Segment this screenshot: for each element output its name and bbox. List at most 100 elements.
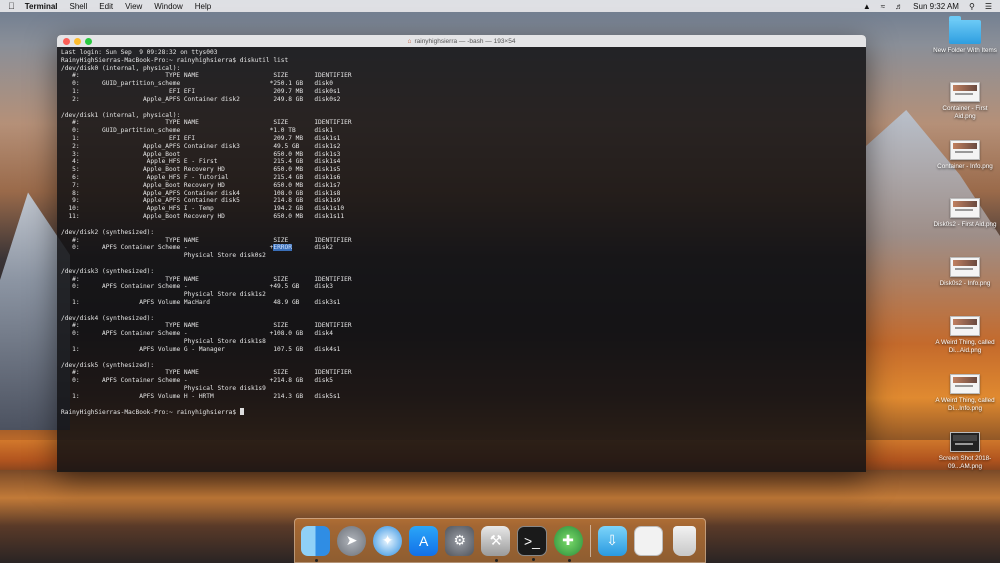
terminal-line: 11: Apple_Boot Recovery HD 650.0 MB disk… — [61, 213, 345, 221]
terminal-line: #: TYPE NAME SIZE IDENTIFIER — [61, 72, 352, 80]
terminal-line: Physical Store disk1s9 — [61, 384, 266, 392]
apple-menu-icon[interactable]:  — [8, 1, 15, 11]
terminal-line: 0: APFS Container Scheme - +49.5 GB disk… — [61, 283, 333, 291]
menu-shell[interactable]: Shell — [70, 2, 88, 11]
terminal-line: 0: GUID_partition_scheme *250.1 GB disk0 — [61, 80, 333, 88]
volume-icon[interactable]: ♬ — [895, 2, 903, 11]
image-file-icon — [950, 82, 980, 102]
terminal-line: Physical Store disk0s2 — [61, 252, 266, 260]
desktop-folder-new-folder-with-items[interactable]: New Folder With Items — [932, 16, 998, 55]
terminal-icon[interactable]: >_ — [517, 525, 547, 561]
menu-edit[interactable]: Edit — [99, 2, 113, 11]
finder-icon[interactable] — [301, 525, 331, 562]
running-indicator — [532, 557, 536, 561]
terminal-line: RainyHighSierras-MacBook-Pro:~ rainyhigh… — [61, 56, 289, 64]
terminal-line: 1: EFI EFI 209.7 MB disk1s1 — [61, 134, 341, 142]
desktop-icon-label: A Weird Thing, called Di...Info.png — [935, 397, 995, 412]
terminal-line: #: TYPE NAME SIZE IDENTIFIER — [61, 236, 352, 244]
menu-help[interactable]: Help — [195, 2, 211, 11]
spotlight-search-icon[interactable]: ⚲ — [969, 2, 975, 11]
system-preferences-icon[interactable]: ⚙ — [445, 525, 475, 556]
desktop-file-screen-shot[interactable]: Screen Shot 2018-09...AM.png — [932, 432, 998, 471]
terminal-line: /dev/disk0 (internal, physical): — [61, 64, 181, 72]
trash-icon[interactable] — [672, 525, 696, 556]
window-title-text: rainyhighsierra — -bash — 193×54 — [414, 37, 516, 45]
terminal-line: 3: Apple_Boot 650.0 MB disk1s3 — [61, 150, 341, 158]
terminal-line: 10: Apple_HFS I - Temp 194.2 GB disk1s10 — [61, 205, 345, 213]
terminal-titlebar[interactable]: ⌂ rainyhighsierra — -bash — 193×54 — [57, 35, 866, 47]
menu-bar:  Terminal Shell Edit View Window Help ▲… — [0, 0, 1000, 12]
terminal-line: 1: APFS Volume G - Manager 107.5 GB disk… — [61, 345, 341, 353]
terminal-line: /dev/disk4 (synthesized): — [61, 314, 155, 322]
app-store-icon[interactable]: A — [409, 525, 439, 556]
running-indicator — [315, 558, 318, 562]
documents-stack-icon[interactable] — [633, 525, 663, 556]
terminal-line: 1: APFS Volume MacHard 48.9 GB disk3s1 — [61, 299, 341, 306]
desktop-file-disk0s2-first-aid[interactable]: Disk0s2 - First Aid.png — [932, 198, 998, 229]
running-indicator — [495, 558, 499, 562]
terminal-output[interactable]: Last login: Sun Sep 9 09:28:32 on ttys00… — [57, 47, 866, 418]
terminal-line: 2: Apple_APFS Container disk2 249.8 GB d… — [61, 95, 341, 103]
terminal-line: 2: Apple_APFS Container disk3 49.5 GB di… — [61, 142, 341, 150]
terminal-line: #: TYPE NAME SIZE IDENTIFIER — [61, 275, 352, 283]
terminal-line: 5: Apple_Boot Recovery HD 650.0 MB disk1… — [61, 166, 341, 174]
menu-window[interactable]: Window — [154, 2, 182, 11]
menu-view[interactable]: View — [125, 2, 142, 11]
terminal-line: Last login: Sun Sep 9 09:28:32 on ttys00… — [61, 49, 218, 56]
terminal-line: /dev/disk2 (synthesized): — [61, 228, 155, 236]
terminal-line: /dev/disk3 (synthesized): — [61, 267, 155, 275]
terminal-line: 8: Apple_APFS Container disk4 108.0 GB d… — [61, 189, 341, 197]
terminal-line: 9: Apple_APFS Container disk5 214.8 GB d… — [61, 197, 341, 205]
terminal-line: #: TYPE NAME SIZE IDENTIFIER — [61, 119, 352, 127]
notification-center-icon[interactable]: ☰ — [985, 2, 992, 11]
image-file-icon — [950, 374, 980, 394]
image-file-icon — [950, 198, 980, 218]
dock-separator — [589, 524, 591, 557]
desktop-file-weird-thing-info[interactable]: A Weird Thing, called Di...Info.png — [932, 374, 998, 413]
terminal-line: /dev/disk1 (internal, physical): — [61, 111, 181, 119]
desktop-icon-label: Screen Shot 2018-09...AM.png — [938, 455, 992, 470]
terminal-line: 0: APFS Container Scheme - +ERROR disk2 — [61, 244, 333, 252]
terminal-line: Physical Store disk1s2 — [61, 291, 266, 299]
terminal-line: 7: Apple_Boot Recovery HD 650.0 MB disk1… — [61, 181, 341, 189]
disk-utility-helper-icon[interactable]: ⚒ — [481, 525, 511, 562]
terminal-line: 4: Apple_HFS E - First 215.4 GB disk1s4 — [61, 158, 341, 166]
menu-bar-extras: ▲ ≈ ♬ Sun 9:32 AM ⚲ ☰ — [863, 2, 992, 11]
dock: ➤ ✦ A ⚙ ⚒ >_ ✚ ⇩ — [294, 518, 706, 563]
terminal-window[interactable]: ⌂ rainyhighsierra — -bash — 193×54 Last l… — [57, 35, 866, 472]
desktop-icon-label: Container - First Aid.png — [942, 105, 988, 120]
desktop-file-disk0s2-info[interactable]: Disk0s2 - Info.png — [932, 257, 998, 288]
desktop-file-container-info[interactable]: Container - Info.png — [932, 140, 998, 171]
terminal-line: /dev/disk5 (synthesized): — [61, 361, 155, 369]
terminal-line: #: TYPE NAME SIZE IDENTIFIER — [61, 369, 352, 377]
error-size-value: ERROR — [273, 244, 292, 252]
desktop-file-weird-thing-first-aid[interactable]: A Weird Thing, called Di...Aid.png — [932, 316, 998, 355]
disk-utility-icon[interactable]: ✚ — [553, 525, 583, 562]
desktop-icon-label: Container - Info.png — [937, 163, 993, 170]
screenshot-file-icon — [950, 432, 980, 452]
terminal-line: 0: APFS Container Scheme - +108.0 GB dis… — [61, 330, 333, 338]
terminal-line: 1: EFI EFI 209.7 MB disk0s1 — [61, 88, 341, 96]
image-file-icon — [950, 316, 980, 336]
upload-icon[interactable]: ▲ — [863, 2, 871, 11]
menu-clock[interactable]: Sun 9:32 AM — [913, 2, 959, 11]
desktop-icon-label: A Weird Thing, called Di...Aid.png — [935, 339, 995, 354]
launchpad-icon[interactable]: ➤ — [337, 525, 367, 556]
image-file-icon — [950, 257, 980, 277]
desktop-file-container-first-aid[interactable]: Container - First Aid.png — [932, 82, 998, 121]
terminal-line: #: TYPE NAME SIZE IDENTIFIER — [61, 322, 352, 330]
terminal-line: 0: APFS Container Scheme - +214.8 GB dis… — [61, 377, 333, 385]
home-folder-icon: ⌂ — [407, 37, 412, 45]
folder-icon — [949, 16, 981, 44]
wifi-icon[interactable]: ≈ — [881, 2, 885, 11]
safari-icon[interactable]: ✦ — [373, 525, 403, 556]
terminal-line: RainyHighSierras-MacBook-Pro:~ rainyhigh… — [61, 408, 862, 416]
menu-app-name[interactable]: Terminal — [25, 2, 58, 11]
downloads-folder-icon[interactable]: ⇩ — [597, 525, 627, 556]
desktop-icon-label: Disk0s2 - Info.png — [939, 280, 991, 287]
